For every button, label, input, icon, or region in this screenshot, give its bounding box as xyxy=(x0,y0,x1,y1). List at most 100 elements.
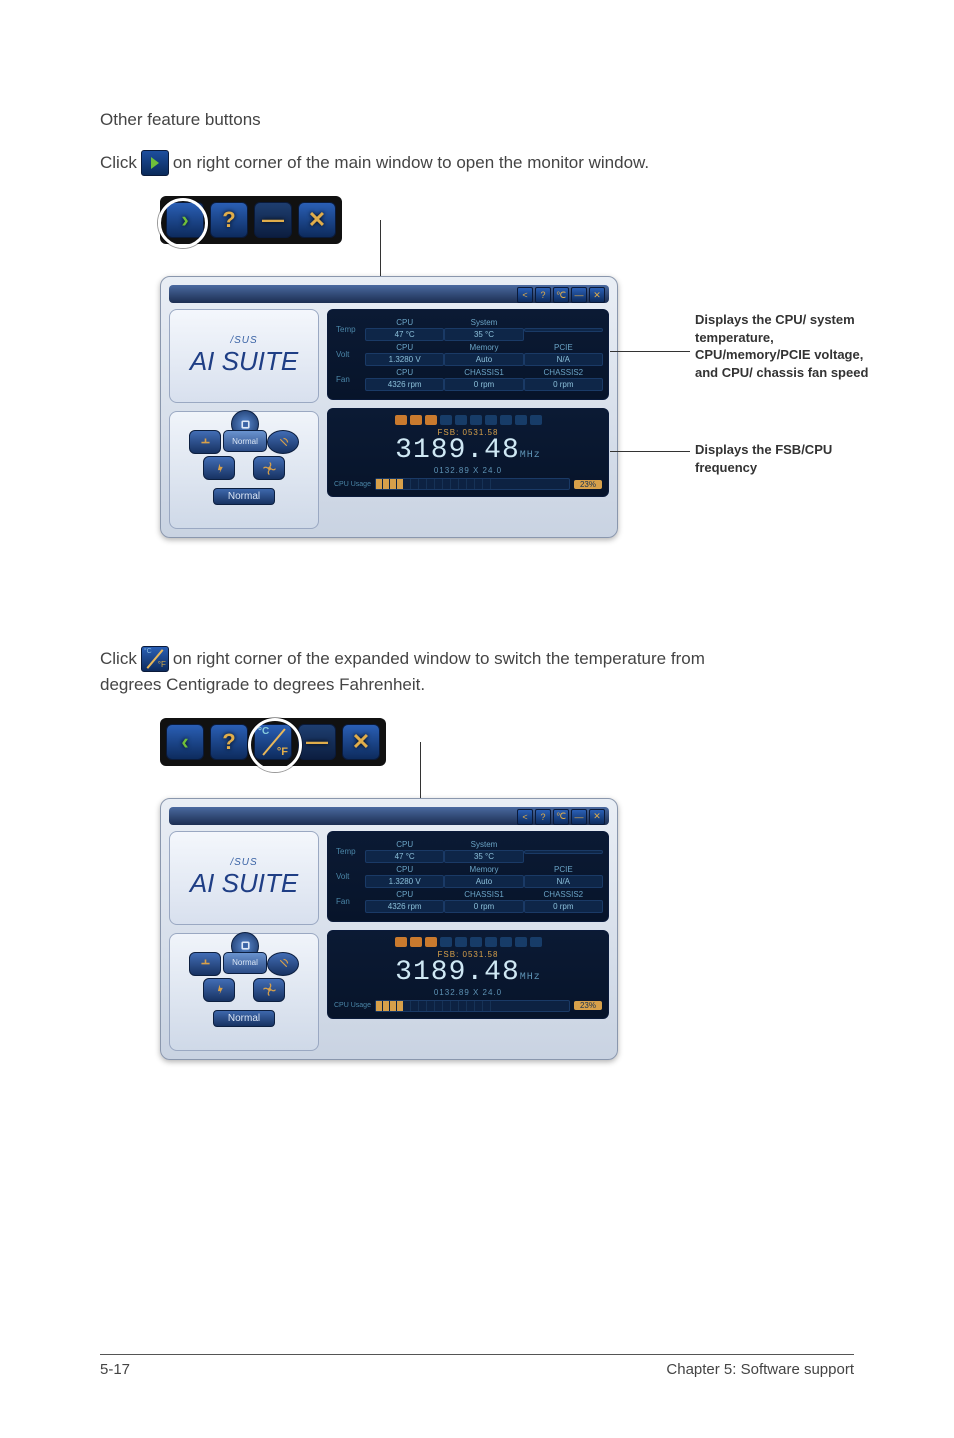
stat-value xyxy=(524,328,603,332)
brand-text: /SUS xyxy=(230,857,257,868)
paragraph-1: Click on right corner of the main window… xyxy=(100,150,854,176)
mini-close-button[interactable]: ✕ xyxy=(589,809,605,825)
callout-frequency: Displays the FSB/CPU frequency xyxy=(695,441,885,476)
stat-value: 4326 rpm xyxy=(365,378,444,391)
mini-help-button[interactable]: ? xyxy=(535,287,551,303)
tune-left-button[interactable] xyxy=(189,430,221,454)
stat-head: CHASSIS1 xyxy=(464,890,504,899)
minimize-button[interactable]: — xyxy=(298,724,336,760)
row-label: Temp xyxy=(336,847,362,856)
stat-head: CHASSIS2 xyxy=(544,890,584,899)
stat-value: 0 rpm xyxy=(444,378,523,391)
stat-head: CHASSIS1 xyxy=(464,368,504,377)
mini-help-button[interactable]: ? xyxy=(535,809,551,825)
mode-label: Normal xyxy=(213,1010,275,1027)
mini-cf-button[interactable]: ℃ xyxy=(553,287,569,303)
fan-button[interactable] xyxy=(253,978,285,1002)
control-panel: Normal Normal xyxy=(169,411,319,529)
stats-row-volt: Volt CPU1.3280 V MemoryAuto PCIEN/A xyxy=(336,343,600,366)
stat-head: Memory xyxy=(470,865,499,874)
mini-toolbar: < ? ℃ — ✕ xyxy=(517,809,605,825)
stat-value: Auto xyxy=(444,353,523,366)
frequency-panel: FSB: 0531.58 3189.48MHz 0132.89 X 24.0 C… xyxy=(327,930,609,1019)
logo-panel: /SUS AI SUITE xyxy=(169,309,319,403)
stat-value: 0 rpm xyxy=(524,378,603,391)
mini-toolbar: < ? ℃ — ✕ xyxy=(517,287,605,303)
stat-value: 35 °C xyxy=(444,850,523,863)
tick-meter xyxy=(334,415,602,425)
paragraph-2: Click °C °F on right corner of the expan… xyxy=(100,646,854,672)
stats-row-fan: Fan CPU4326 rpm CHASSIS10 rpm CHASSIS20 … xyxy=(336,368,600,391)
page-footer: 5-17 Chapter 5: Software support xyxy=(100,1354,854,1378)
stat-head: CHASSIS2 xyxy=(544,368,584,377)
stat-value: Auto xyxy=(444,875,523,888)
product-text: AI SUITE xyxy=(190,346,298,377)
stat-value: 47 °C xyxy=(365,850,444,863)
stat-value: N/A xyxy=(524,353,603,366)
stat-head: PCIE xyxy=(554,343,573,352)
minimize-button[interactable]: — xyxy=(254,202,292,238)
leader-line xyxy=(420,742,421,804)
tune-right-button[interactable] xyxy=(267,952,299,976)
cpu-usage-bar xyxy=(375,1000,570,1012)
cpu-usage-bar xyxy=(375,478,570,490)
mini-cf-button[interactable]: ℃ xyxy=(553,809,569,825)
stats-row-temp: Temp CPU47 °C System35 °C xyxy=(336,318,600,341)
ai-suite-window: < ? ℃ — ✕ /SUS AI SUITE xyxy=(160,276,618,538)
frequency-panel: FSB: 0531.58 3189.48MHz 0132.89 X 24.0 C… xyxy=(327,408,609,497)
paragraph-2-cont: degrees Centigrade to degrees Fahrenheit… xyxy=(100,672,854,698)
mode-center-button[interactable]: Normal xyxy=(223,430,267,452)
stats-panel: Temp CPU47 °C System35 °C Volt CPU1.3280… xyxy=(327,831,609,922)
temperature-toggle-icon: °C °F xyxy=(141,646,169,672)
figure-2: ‹ ? °C°F — ✕ < ? ℃ — ✕ xyxy=(160,718,854,1098)
text: Click xyxy=(100,646,137,672)
tune-left-button[interactable] xyxy=(189,952,221,976)
section-title: Other feature buttons xyxy=(100,110,854,130)
tune-right-button[interactable] xyxy=(267,430,299,454)
cpu-usage-percent: 23% xyxy=(574,480,602,489)
mode-label: Normal xyxy=(213,488,275,505)
help-button[interactable]: ? xyxy=(210,202,248,238)
mini-close-button[interactable]: ✕ xyxy=(589,287,605,303)
callout-line xyxy=(610,351,690,352)
product-text: AI SUITE xyxy=(190,868,298,899)
fan-button[interactable] xyxy=(253,456,285,480)
titlebar: < ? ℃ — ✕ xyxy=(169,807,609,825)
row-label: Temp xyxy=(336,325,362,334)
power-button[interactable] xyxy=(203,978,235,1002)
mini-min-button[interactable]: — xyxy=(571,287,587,303)
multiplier-value: 0132.89 X 24.0 xyxy=(334,466,602,475)
row-label: Fan xyxy=(336,897,362,906)
stat-head: PCIE xyxy=(554,865,573,874)
stat-head: CPU xyxy=(396,318,413,327)
stat-value: 47 °C xyxy=(365,328,444,341)
highlight-circle xyxy=(248,718,302,772)
expand-icon xyxy=(141,150,169,176)
collapse-button[interactable]: ‹ xyxy=(166,724,204,760)
row-label: Volt xyxy=(336,872,362,881)
stat-head: CPU xyxy=(396,865,413,874)
stat-value: N/A xyxy=(524,875,603,888)
logo-panel: /SUS AI SUITE xyxy=(169,831,319,925)
mini-min-button[interactable]: — xyxy=(571,809,587,825)
mini-back-button[interactable]: < xyxy=(517,287,533,303)
text: on right corner of the expanded window t… xyxy=(173,646,705,672)
mode-center-button[interactable]: Normal xyxy=(223,952,267,974)
stats-row-volt: Volt CPU1.3280 V MemoryAuto PCIEN/A xyxy=(336,865,600,888)
brand-text: /SUS xyxy=(230,335,257,346)
text: on right corner of the main window to op… xyxy=(173,150,649,176)
figure-1: › ? — ✕ < ? ℃ — ✕ /SUS AI SU xyxy=(160,196,854,576)
stat-value: 1.3280 V xyxy=(365,353,444,366)
highlight-circle xyxy=(158,198,208,248)
callout-line xyxy=(610,451,690,452)
control-panel: Normal Normal xyxy=(169,933,319,1051)
stat-head: CPU xyxy=(396,890,413,899)
callout-stats: Displays the CPU/ system temperature, CP… xyxy=(695,311,885,381)
help-button[interactable]: ? xyxy=(210,724,248,760)
close-button[interactable]: ✕ xyxy=(342,724,380,760)
row-label: Fan xyxy=(336,375,362,384)
power-button[interactable] xyxy=(203,456,235,480)
mini-back-button[interactable]: < xyxy=(517,809,533,825)
close-button[interactable]: ✕ xyxy=(298,202,336,238)
multiplier-value: 0132.89 X 24.0 xyxy=(334,988,602,997)
